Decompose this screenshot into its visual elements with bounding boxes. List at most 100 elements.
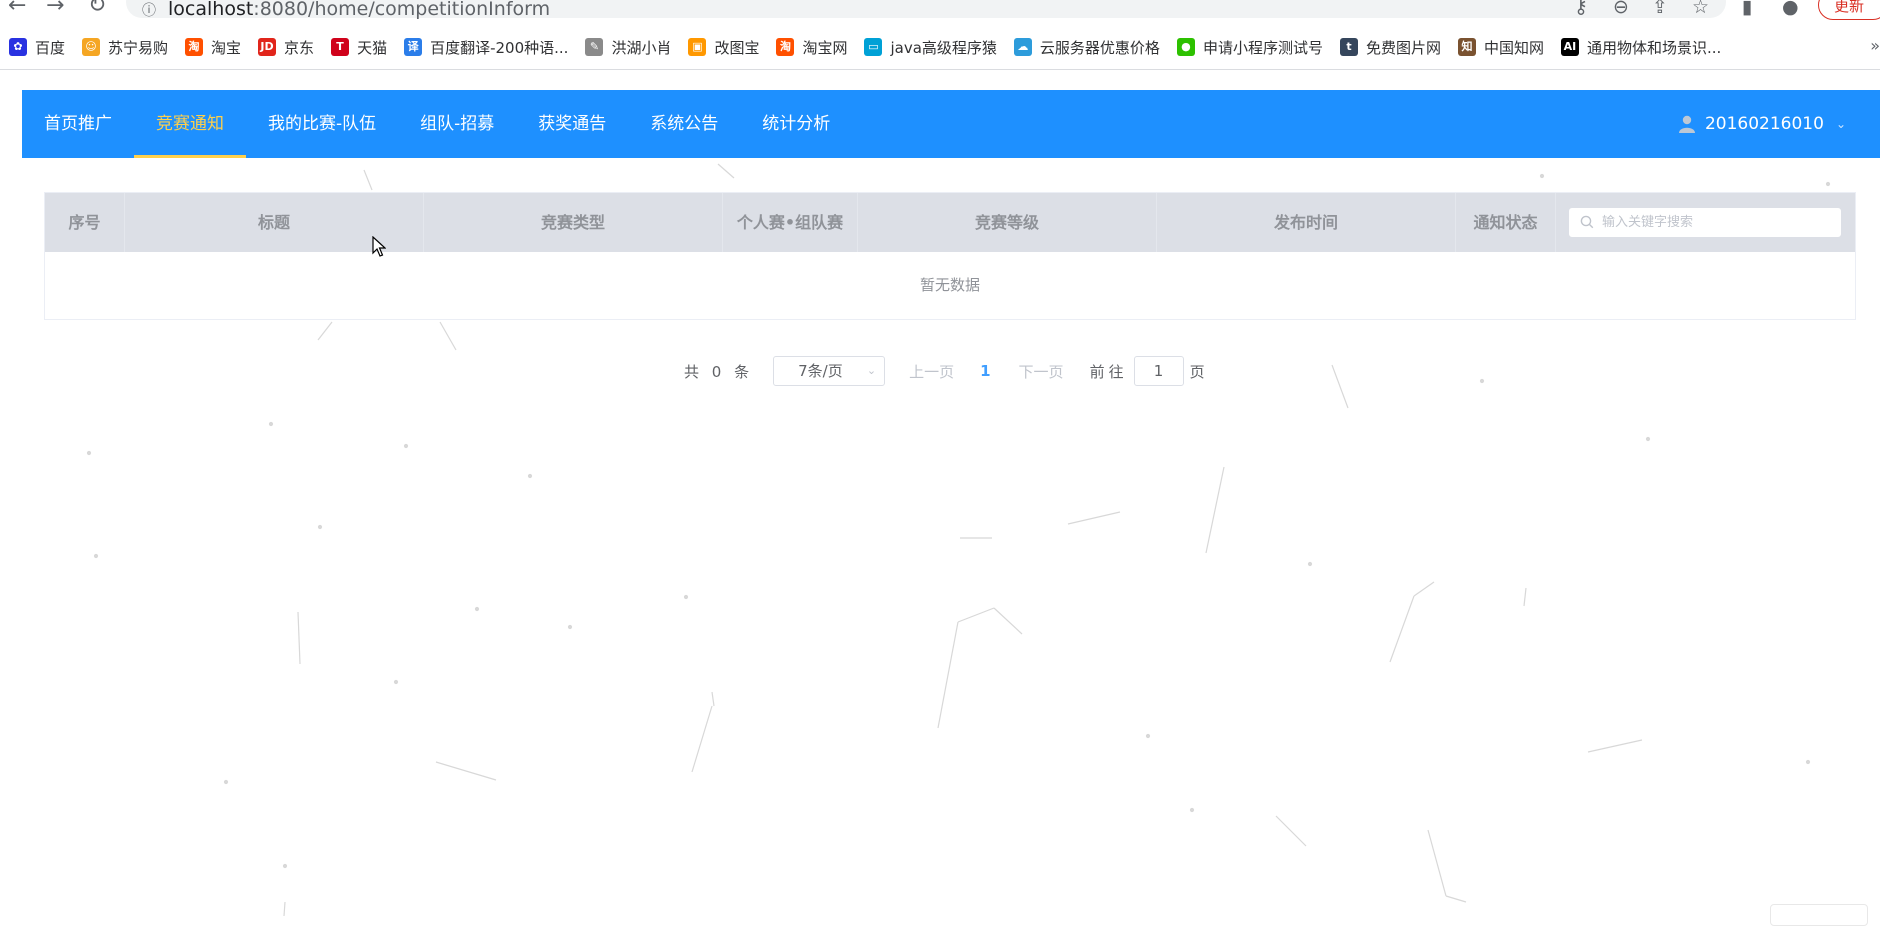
main-menu: 首页推广 竞赛通知 我的比赛-队伍 组队-招募 获奖通告 系统公告 统计分析 bbox=[22, 90, 852, 158]
table-header: 序号 标题 竞赛类型 个人赛•组队赛 竞赛等级 发布时间 通知状态 bbox=[45, 193, 1855, 252]
bookmark-item[interactable]: ☁ 云服务器优惠价格 bbox=[1013, 37, 1160, 58]
bookmarks-more-icon[interactable]: » bbox=[1870, 36, 1880, 55]
menu-item[interactable]: 首页推广 bbox=[22, 90, 134, 158]
bookmark-favicon-icon: 淘 bbox=[185, 38, 204, 56]
column-header-mode: 个人赛•组队赛 bbox=[723, 193, 858, 252]
bookmark-label: 中国知网 bbox=[1483, 38, 1544, 57]
share-icon[interactable]: ⇪ bbox=[1652, 0, 1668, 18]
bookmark-label: 百度翻译-200种语... bbox=[430, 38, 569, 57]
search-cell bbox=[1556, 193, 1855, 252]
bookmark-item[interactable]: ✎ 洪湖小肖 bbox=[585, 37, 671, 58]
bookmark-favicon-icon: ● bbox=[1176, 38, 1195, 56]
bookmark-label: 苏宁易购 bbox=[108, 38, 169, 57]
bookmark-favicon-icon: 译 bbox=[404, 38, 423, 56]
zoom-out-icon[interactable]: ⊖ bbox=[1613, 0, 1629, 18]
column-header-type: 竞赛类型 bbox=[424, 193, 723, 252]
bookmark-item[interactable]: AI 通用物体和场景识... bbox=[1560, 37, 1722, 58]
bookmark-label: 淘宝网 bbox=[802, 38, 848, 57]
bookmark-label: 云服务器优惠价格 bbox=[1039, 38, 1160, 57]
search-input[interactable] bbox=[1568, 207, 1842, 238]
update-button[interactable]: 更新 bbox=[1818, 0, 1880, 20]
menu-item[interactable]: 我的比赛-队伍 bbox=[246, 90, 398, 158]
goto-label: 前往 bbox=[1089, 362, 1128, 381]
menu-item[interactable]: 系统公告 bbox=[628, 90, 740, 158]
menu-item[interactable]: 竞赛通知 bbox=[134, 90, 246, 158]
menu-item[interactable]: 组队-招募 bbox=[398, 90, 516, 158]
chevron-down-icon: ⌄ bbox=[866, 364, 877, 377]
column-header-level: 竞赛等级 bbox=[858, 193, 1157, 252]
star-icon[interactable]: ☆ bbox=[1692, 0, 1709, 18]
pagination-total: 共 0 条 bbox=[684, 362, 754, 381]
bookmark-label: 改图宝 bbox=[714, 38, 760, 57]
bookmark-favicon-icon: ▭ bbox=[864, 38, 883, 56]
bookmark-favicon-icon: ✎ bbox=[585, 38, 604, 56]
empty-placeholder: 暂无数据 bbox=[919, 276, 980, 294]
menu-item[interactable]: 统计分析 bbox=[740, 90, 852, 158]
bookmark-label: 淘宝 bbox=[211, 38, 242, 57]
bookmark-label: 通用物体和场景识... bbox=[1586, 38, 1722, 57]
prev-page-button[interactable]: 上一页 bbox=[909, 361, 954, 382]
bookmark-favicon-icon: 知 bbox=[1457, 38, 1476, 56]
url-text: localhost:8080/home/competitionInform bbox=[168, 0, 551, 20]
username: 20160216010 bbox=[1704, 114, 1824, 134]
bookmark-item[interactable]: ☺ 苏宁易购 bbox=[82, 37, 168, 58]
bookmark-label: java高级程序猿 bbox=[890, 38, 997, 57]
bookmark-item[interactable]: 知中国知网 bbox=[1457, 37, 1544, 58]
app-header: 首页推广 竞赛通知 我的比赛-队伍 组队-招募 获奖通告 系统公告 统计分析 2016021… bbox=[22, 90, 1880, 158]
bookmark-item[interactable]: t 免费图片网 bbox=[1339, 37, 1441, 58]
column-header-index: 序号 bbox=[45, 193, 125, 252]
bookmark-item[interactable]: T 天猫 bbox=[331, 37, 387, 58]
menu-item[interactable]: 获奖通告 bbox=[516, 90, 628, 158]
bookmarks-bar: ✿ 百度 ☺ 苏宁易购淘淘宝 JD 京东 T 天猫译百度翻译-200种语... ✎ 洪湖小肖 ▣ 改图… bbox=[0, 34, 1880, 60]
user-icon bbox=[1678, 115, 1695, 133]
goto-page-input[interactable] bbox=[1133, 356, 1184, 386]
bookmark-item[interactable]: ● 申请小程序测试号 bbox=[1176, 37, 1323, 58]
bookmark-item[interactable]: 译百度翻译-200种语... bbox=[404, 37, 568, 58]
pagination: 共 0 条 7条/页 ⌄ 上一页 1 下一页 前往 页 bbox=[684, 356, 1205, 386]
bookmark-item[interactable]: 淘淘宝网 bbox=[776, 37, 847, 58]
bookmark-favicon-icon: ▣ bbox=[688, 38, 707, 56]
bookmark-label: 申请小程序测试号 bbox=[1202, 38, 1323, 57]
bookmark-label: 免费图片网 bbox=[1365, 38, 1441, 57]
column-header-publish-time: 发布时间 bbox=[1157, 193, 1456, 252]
bookmark-favicon-icon: 淘 bbox=[776, 38, 795, 56]
chrome-divider bbox=[0, 69, 1880, 70]
side-panel-icon[interactable]: ▮ bbox=[1742, 0, 1752, 18]
page-number-current[interactable]: 1 bbox=[980, 362, 990, 380]
address-bar[interactable]: ⓘ localhost:8080/home/competitionInform bbox=[126, 0, 1726, 20]
profile-icon[interactable]: ● bbox=[1782, 0, 1799, 18]
column-header-status: 通知状态 bbox=[1456, 193, 1556, 252]
page-size-value: 7条/页 bbox=[798, 362, 843, 380]
site-info-icon[interactable]: ⓘ bbox=[142, 0, 156, 20]
corner-widget[interactable] bbox=[1770, 904, 1868, 926]
back-icon[interactable]: ← bbox=[8, 0, 26, 18]
bookmark-favicon-icon: AI bbox=[1560, 38, 1579, 56]
bookmark-item[interactable]: JD 京东 bbox=[258, 37, 314, 58]
bookmark-label: 天猫 bbox=[357, 38, 388, 57]
chevron-down-icon: ⌄ bbox=[1835, 117, 1846, 131]
next-page-button[interactable]: 下一页 bbox=[1019, 361, 1064, 382]
bookmark-item[interactable]: ▭ java高级程序猿 bbox=[864, 37, 997, 58]
bookmark-favicon-icon: ✿ bbox=[9, 38, 27, 56]
bookmark-item[interactable]: ▣ 改图宝 bbox=[688, 37, 759, 58]
bookmark-favicon-icon: JD bbox=[258, 38, 277, 56]
reload-icon[interactable]: ↻ bbox=[88, 0, 106, 18]
bookmark-label: 洪湖小肖 bbox=[611, 38, 672, 57]
browser-toolbar: ← → ↻ ⓘ localhost:8080/home/competitionI… bbox=[0, 0, 1880, 24]
search-icon bbox=[1580, 215, 1594, 229]
bookmark-favicon-icon: ☺ bbox=[82, 38, 101, 56]
forward-icon[interactable]: → bbox=[46, 0, 64, 18]
page-size-select[interactable]: 7条/页 ⌄ bbox=[773, 356, 886, 386]
bookmark-label: 百度 bbox=[35, 38, 66, 57]
bookmark-favicon-icon: ☁ bbox=[1013, 38, 1032, 56]
user-menu[interactable]: 20160216010 ⌄ bbox=[1678, 90, 1846, 158]
page-unit-label: 页 bbox=[1189, 362, 1205, 381]
competition-table: 序号 标题 竞赛类型 个人赛•组队赛 竞赛等级 发布时间 通知状态 暂无数据 bbox=[44, 192, 1856, 320]
bookmark-item[interactable]: 淘淘宝 bbox=[185, 37, 241, 58]
key-icon[interactable]: ⚷ bbox=[1574, 0, 1588, 18]
bookmark-label: 京东 bbox=[284, 38, 315, 57]
mouse-cursor-icon bbox=[372, 236, 386, 257]
bookmark-favicon-icon: t bbox=[1339, 38, 1358, 56]
bookmark-favicon-icon: T bbox=[331, 38, 350, 56]
bookmark-item[interactable]: ✿ 百度 bbox=[9, 37, 65, 58]
